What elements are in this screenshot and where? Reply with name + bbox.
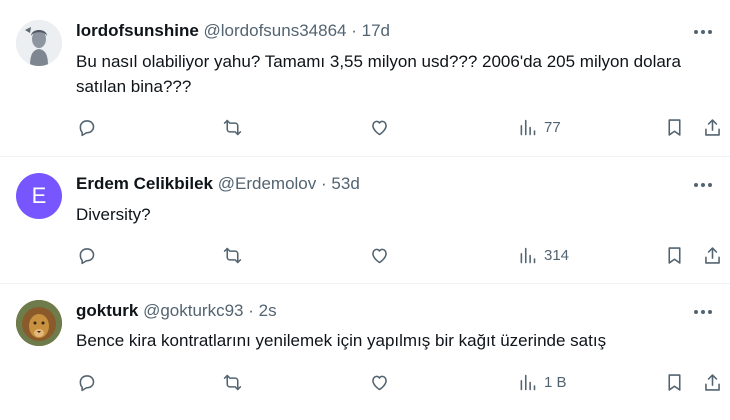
like-button[interactable] — [369, 243, 390, 267]
post[interactable]: lordofsunshine @lordofsuns34864 · 17d Bu… — [0, 0, 730, 162]
more-icon — [694, 30, 712, 34]
reply-button[interactable] — [76, 243, 97, 267]
repost-button[interactable] — [222, 243, 243, 267]
repost-button[interactable] — [222, 115, 243, 139]
reply-icon — [79, 247, 95, 264]
views-icon — [520, 374, 536, 390]
post-text: Bence kira kontratlarını yenilemek için … — [76, 331, 607, 350]
share-button[interactable] — [702, 370, 723, 394]
more-button[interactable] — [692, 301, 714, 323]
post-time[interactable]: 53d — [331, 174, 359, 193]
user-handle[interactable]: @lordofsuns34864 — [204, 21, 347, 40]
lion-avatar-image — [16, 300, 62, 346]
post-header: lordofsunshine @lordofsuns34864 · 17d — [76, 19, 680, 43]
views-icon — [520, 247, 536, 263]
avatar[interactable]: E — [16, 173, 62, 219]
share-icon — [705, 118, 720, 136]
user-handle[interactable]: @gokturkc93 — [143, 301, 243, 320]
post[interactable]: gokturk @gokturkc93 · 2s Bence kira kont… — [0, 284, 730, 420]
share-button[interactable] — [702, 243, 723, 267]
like-button[interactable] — [369, 115, 390, 139]
share-icon — [705, 373, 720, 391]
reply-button[interactable] — [76, 115, 97, 139]
repost-icon — [223, 247, 242, 263]
post-text: Diversity? — [76, 205, 151, 224]
repost-icon — [223, 119, 242, 135]
views-button[interactable]: 77 — [517, 115, 561, 139]
post-text: Bu nasıl olabiliyor yahu? Tamamı 3,55 mi… — [76, 52, 681, 96]
display-name[interactable]: Erdem Celikbilek — [76, 174, 213, 193]
bookmark-icon — [668, 373, 681, 391]
bookmark-icon — [668, 246, 681, 264]
bookmark-button[interactable] — [664, 243, 685, 267]
avatar[interactable] — [16, 20, 62, 66]
post-header: gokturk @gokturkc93 · 2s — [76, 299, 680, 323]
like-icon — [372, 120, 387, 135]
action-bar: 1 B — [0, 370, 730, 394]
more-icon — [694, 183, 712, 187]
like-icon — [372, 248, 387, 263]
reply-feed: lordofsunshine @lordofsuns34864 · 17d Bu… — [0, 0, 730, 420]
views-button[interactable]: 314 — [517, 243, 569, 267]
views-count: 1 B — [544, 373, 567, 391]
post[interactable]: E Erdem Celikbilek @Erdemolov · 53d Dive… — [0, 157, 730, 283]
like-icon — [372, 375, 387, 390]
separator-dot: · — [351, 21, 357, 40]
views-icon — [520, 119, 536, 135]
reply-icon — [79, 374, 95, 391]
bookmark-icon — [668, 118, 681, 136]
user-handle[interactable]: @Erdemolov — [218, 174, 317, 193]
avatar-letter: E — [31, 183, 47, 208]
bookmark-button[interactable] — [664, 370, 685, 394]
action-bar: 77 — [0, 115, 730, 139]
repost-icon — [223, 374, 242, 390]
share-button[interactable] — [702, 115, 723, 139]
post-time[interactable]: 2s — [259, 301, 277, 320]
more-button[interactable] — [692, 174, 714, 196]
separator-dot: · — [321, 174, 327, 193]
views-button[interactable]: 1 B — [517, 370, 567, 394]
avatar[interactable] — [16, 300, 62, 346]
post-time[interactable]: 17d — [362, 21, 390, 40]
views-count: 77 — [544, 118, 561, 136]
display-name[interactable]: lordofsunshine — [76, 21, 199, 40]
like-button[interactable] — [369, 370, 390, 394]
bookmark-button[interactable] — [664, 115, 685, 139]
share-icon — [705, 246, 720, 264]
action-bar: 314 — [0, 243, 730, 267]
separator-dot: · — [248, 301, 254, 320]
repost-button[interactable] — [222, 370, 243, 394]
views-count: 314 — [544, 246, 570, 264]
more-icon — [694, 310, 712, 314]
statue-avatar-image — [16, 20, 62, 66]
display-name[interactable]: gokturk — [76, 301, 138, 320]
reply-icon — [79, 119, 95, 136]
post-header: Erdem Celikbilek @Erdemolov · 53d — [76, 172, 680, 196]
more-button[interactable] — [692, 21, 714, 43]
reply-button[interactable] — [76, 370, 97, 394]
